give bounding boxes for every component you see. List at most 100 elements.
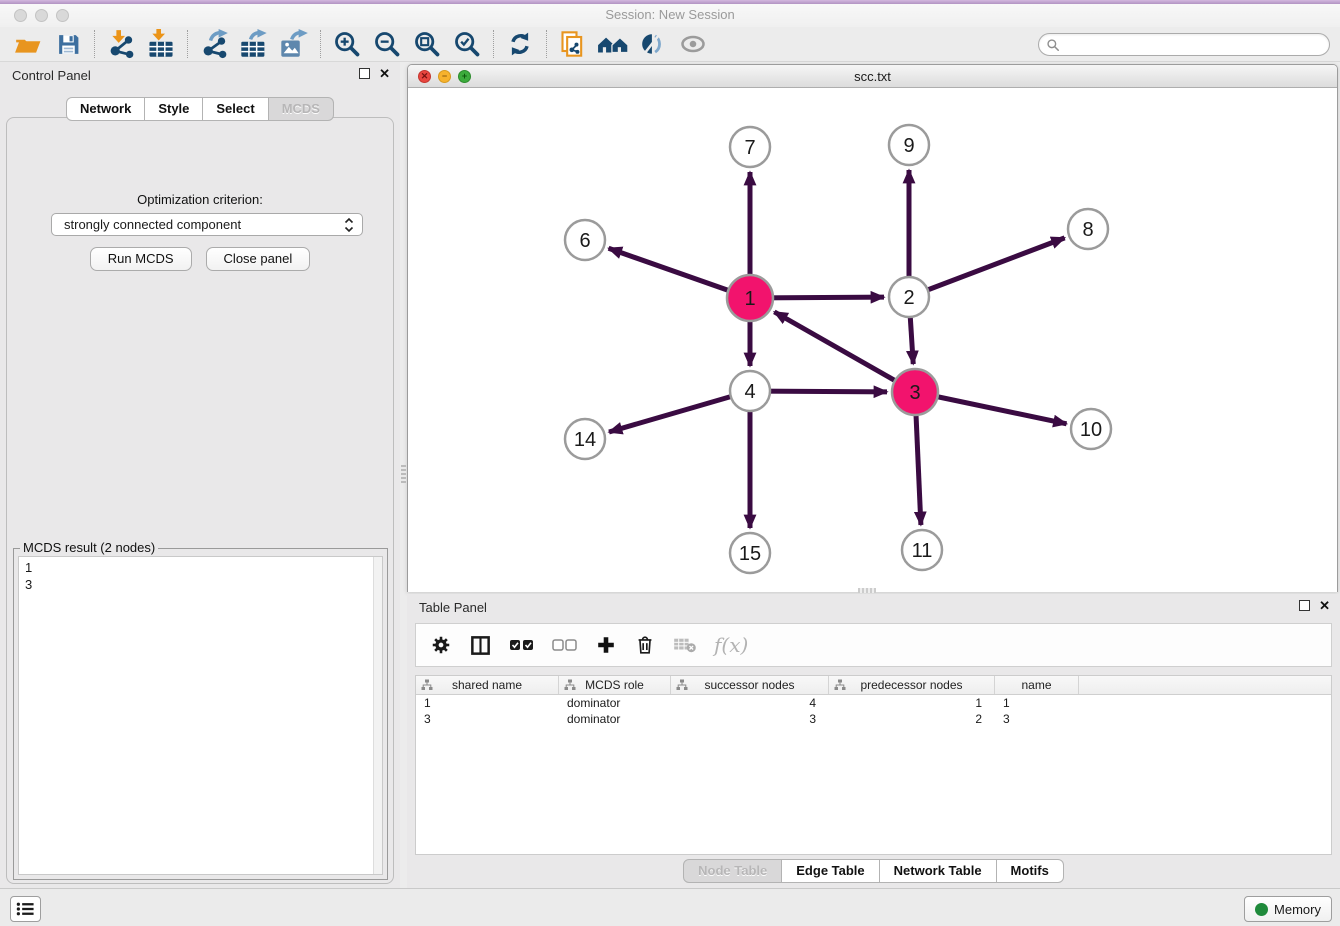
svg-text:4: 4 (744, 381, 755, 403)
import-network-button[interactable] (101, 28, 141, 60)
table-cell[interactable]: dominator (559, 695, 671, 711)
search-box[interactable] (1038, 33, 1330, 56)
table-cell[interactable]: 2 (829, 711, 995, 727)
table-settings-button[interactable] (430, 634, 452, 656)
tab-network-table[interactable]: Network Table (880, 859, 997, 883)
columns-icon (469, 634, 492, 657)
save-session-button[interactable] (48, 28, 88, 60)
table-row-filler (1079, 695, 1331, 711)
column-header-name[interactable]: name (995, 676, 1079, 694)
optimization-criterion-label: Optimization criterion: (7, 192, 393, 207)
deselect-all-button[interactable] (552, 638, 578, 652)
column-header-mcds-role[interactable]: MCDS role (559, 676, 671, 694)
float-table-panel-icon[interactable] (1299, 600, 1310, 611)
float-panel-icon[interactable] (359, 68, 370, 79)
graph-node-10[interactable]: 10 (1071, 409, 1111, 449)
network-document-button[interactable] (553, 28, 593, 60)
tab-edge-table[interactable]: Edge Table (782, 859, 879, 883)
table-cell[interactable]: 3 (995, 711, 1079, 727)
mcds-result-group: MCDS result (2 nodes) 1 3 (13, 548, 388, 880)
tab-style[interactable]: Style (145, 97, 203, 121)
svg-text:10: 10 (1080, 419, 1102, 441)
tab-mcds[interactable]: MCDS (269, 97, 334, 121)
control-panel: Control Panel ✕ Network Style Select MCD… (0, 62, 400, 888)
graph-edge-4-14[interactable] (609, 391, 750, 432)
home-houses-button[interactable] (593, 28, 633, 60)
column-header-predecessor-nodes[interactable]: predecessor nodes (829, 676, 995, 694)
refresh-button[interactable] (500, 28, 540, 60)
node-table: shared name MCDS role successor nodes (415, 675, 1332, 855)
close-panel-icon[interactable]: ✕ (379, 68, 390, 79)
export-network-button[interactable] (194, 28, 234, 60)
table-cell[interactable]: 3 (416, 711, 559, 727)
node-table-header: shared name MCDS role successor nodes (416, 676, 1331, 695)
network-window-title: scc.txt (408, 69, 1337, 84)
graph-node-15[interactable]: 15 (730, 533, 770, 573)
graph-edge-2-8[interactable] (909, 238, 1065, 297)
graph-node-9[interactable]: 9 (889, 125, 929, 165)
graph-node-8[interactable]: 8 (1068, 209, 1108, 249)
mcds-result-scrollbar[interactable] (373, 557, 382, 874)
select-all-button[interactable] (509, 638, 535, 652)
table-cell[interactable]: 1 (416, 695, 559, 711)
table-cell[interactable]: 4 (671, 695, 829, 711)
column-label: shared name (452, 678, 522, 692)
table-cell[interactable]: 1 (829, 695, 995, 711)
graph-node-4[interactable]: 4 (730, 371, 770, 411)
close-table-panel-icon[interactable]: ✕ (1319, 600, 1330, 611)
zoom-selected-button[interactable] (447, 28, 487, 60)
svg-text:14: 14 (574, 429, 596, 451)
tab-motifs[interactable]: Motifs (997, 859, 1064, 883)
add-button[interactable] (595, 634, 617, 656)
import-table-button[interactable] (141, 28, 181, 60)
network-document-icon (559, 30, 587, 58)
tab-network[interactable]: Network (66, 97, 145, 121)
table-cell[interactable]: 1 (995, 695, 1079, 711)
show-columns-button[interactable] (469, 634, 492, 657)
table-cell[interactable]: dominator (559, 711, 671, 727)
criterion-dropdown[interactable]: strongly connected component (51, 213, 363, 236)
graph-node-14[interactable]: 14 (565, 419, 605, 459)
table-row[interactable]: 1dominator411 (416, 695, 1331, 711)
zoom-in-button[interactable] (327, 28, 367, 60)
close-panel-button[interactable]: Close panel (206, 247, 311, 271)
graph-node-6[interactable]: 6 (565, 220, 605, 260)
search-input[interactable] (1060, 36, 1329, 54)
column-header-shared-name[interactable]: shared name (416, 676, 559, 694)
table-row[interactable]: 3dominator323 (416, 711, 1331, 727)
task-history-button[interactable] (10, 896, 41, 922)
table-cell[interactable]: 3 (671, 711, 829, 727)
control-panel-header: Control Panel ✕ (12, 68, 390, 86)
export-table-button[interactable] (234, 28, 274, 60)
vertical-splitter-grip[interactable] (401, 465, 406, 483)
network-window-titlebar[interactable]: ✕ − + scc.txt (408, 65, 1337, 88)
export-image-button[interactable] (274, 28, 314, 60)
graph-node-11[interactable]: 11 (902, 530, 942, 570)
column-label: MCDS role (585, 678, 644, 692)
network-graph[interactable]: 7 9 6 8 1 2 4 3 14 10 15 11 (408, 89, 1337, 592)
mcds-result-text[interactable]: 1 3 (18, 556, 383, 875)
export-network-icon (199, 29, 229, 59)
open-session-button[interactable] (8, 28, 48, 60)
delete-button[interactable] (634, 634, 656, 656)
status-bar: Memory (0, 888, 1340, 926)
column-header-successor-nodes[interactable]: successor nodes (671, 676, 829, 694)
tab-node-table[interactable]: Node Table (683, 859, 782, 883)
graph-node-1[interactable]: 1 (727, 275, 773, 321)
export-image-icon (279, 29, 309, 59)
tab-select[interactable]: Select (203, 97, 268, 121)
graph-edge-3-1[interactable] (774, 312, 915, 392)
column-type-icon (834, 679, 846, 691)
run-mcds-button[interactable]: Run MCDS (90, 247, 192, 271)
graph-node-2[interactable]: 2 (889, 277, 929, 317)
svg-text:1: 1 (744, 288, 755, 310)
graph-node-7[interactable]: 7 (730, 127, 770, 167)
eye-button[interactable] (673, 28, 713, 60)
save-floppy-icon (56, 32, 81, 57)
zoom-fit-button[interactable] (407, 28, 447, 60)
memory-button[interactable]: Memory (1244, 896, 1332, 922)
horizontal-splitter-grip[interactable] (858, 588, 876, 593)
graph-node-3[interactable]: 3 (892, 369, 938, 415)
graphics-details-toggle-button[interactable] (633, 28, 673, 60)
zoom-out-button[interactable] (367, 28, 407, 60)
